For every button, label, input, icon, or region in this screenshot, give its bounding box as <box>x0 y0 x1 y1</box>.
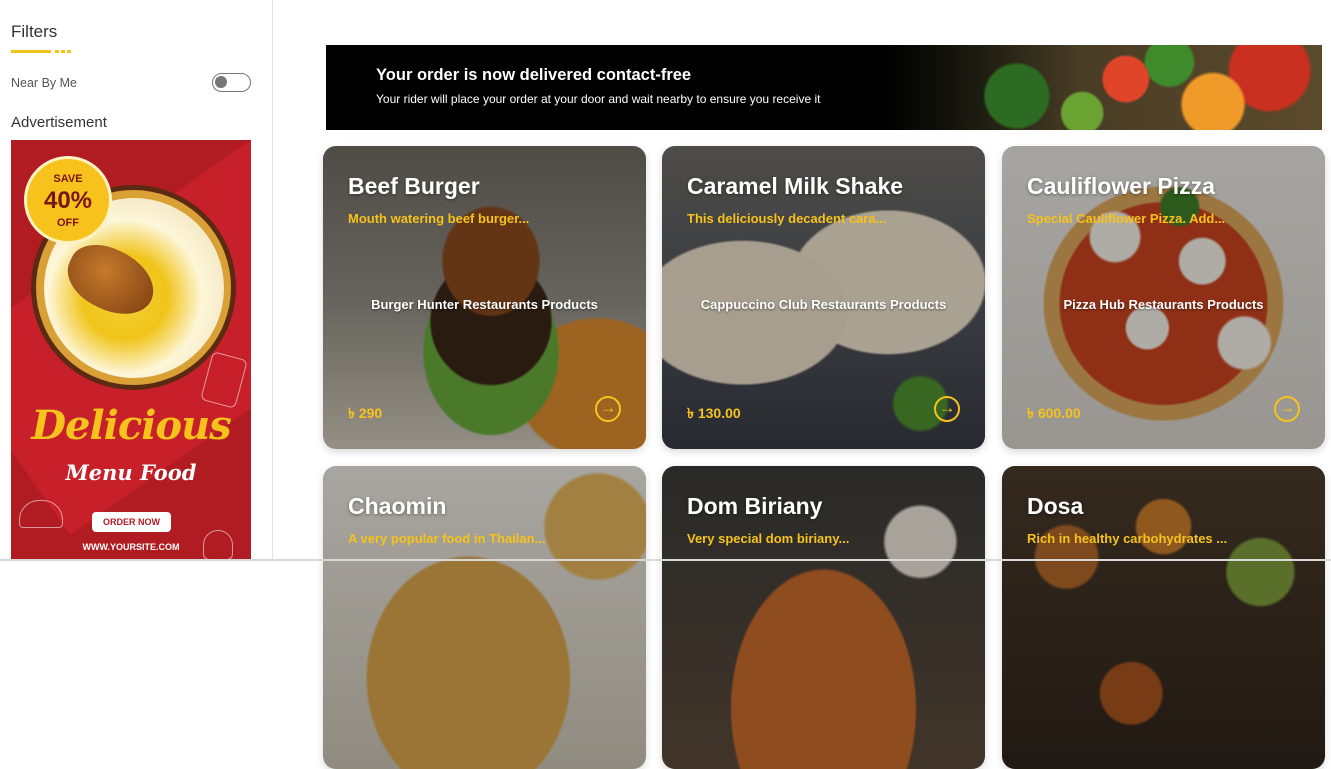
product-name: Dom Biriany <box>687 493 823 519</box>
banner-title: Your order is now delivered contact-free <box>376 66 692 84</box>
product-name: Beef Burger <box>348 173 480 199</box>
contact-free-delivery-banner: Your order is now delivered contact-free… <box>326 45 1322 130</box>
ad-save-bottom: OFF <box>57 217 79 229</box>
ad-subline: Menu Food <box>65 460 197 485</box>
advertisement-banner[interactable]: SAVE 40% OFF Delicious Menu Food ORDER N… <box>11 140 251 561</box>
banner-text: Your rider will place your order at your… <box>376 92 821 106</box>
product-card-cauliflower-pizza[interactable]: Cauliflower Pizza Special Cauliflower Pi… <box>1002 146 1325 449</box>
advertisement-label: Advertisement <box>11 114 107 131</box>
ad-order-now-button[interactable]: ORDER NOW <box>92 512 171 532</box>
ad-headline: Delicious <box>31 402 231 449</box>
ad-save-percent: 40% <box>43 187 93 214</box>
product-description: A very popular food in Thailan... <box>348 531 546 546</box>
product-price: ৳ 290 <box>348 405 383 421</box>
product-card-dosa[interactable]: Dosa Rich in healthy carbohydrates ... <box>1002 466 1325 769</box>
banner-salad-image <box>886 45 1322 130</box>
product-name: Caramel Milk Shake <box>687 173 904 199</box>
arrow-right-circle-icon[interactable]: → <box>1274 396 1300 422</box>
product-store: Pizza Hub Restaurants Products <box>1063 297 1264 312</box>
product-name: Dosa <box>1027 493 1084 519</box>
ad-save-top: SAVE <box>53 173 83 185</box>
product-card-chaomin[interactable]: Chaomin A very popular food in Thailan..… <box>323 466 646 769</box>
product-store: Cappuccino Club Restaurants Products <box>700 297 947 312</box>
filters-underline <box>11 50 71 53</box>
arrow-right-circle-icon[interactable]: → <box>595 396 621 422</box>
ad-site: WWW.YOURSITE.COM <box>82 542 180 552</box>
near-by-me-toggle[interactable] <box>212 73 251 92</box>
product-store: Burger Hunter Restaurants Products <box>371 297 598 312</box>
toggle-knob <box>215 76 227 88</box>
product-name: Chaomin <box>348 493 447 519</box>
filters-title: Filters <box>11 22 58 41</box>
filters-sidebar: Filters Near By Me Advertisement SAVE 40… <box>0 0 273 561</box>
product-description: Mouth watering beef burger... <box>348 211 530 226</box>
product-price: ৳ 600.00 <box>1027 405 1081 421</box>
product-description: Special Cauliflower Pizza. Add... <box>1027 211 1226 226</box>
near-by-me-label: Near By Me <box>11 76 77 90</box>
ad-save-badge: SAVE 40% OFF <box>24 156 112 244</box>
product-description: Very special dom biriany... <box>687 531 850 546</box>
sandwich-doodle-icon <box>19 500 63 528</box>
arrow-right-circle-icon[interactable]: → <box>934 396 960 422</box>
product-card-caramel-milk-shake[interactable]: Caramel Milk Shake This deliciously deca… <box>662 146 985 449</box>
product-price: ৳ 130.00 <box>687 405 741 421</box>
product-name: Cauliflower Pizza <box>1027 173 1215 199</box>
product-card-dom-biriany[interactable]: Dom Biriany Very special dom biriany... <box>662 466 985 769</box>
product-description: Rich in healthy carbohydrates ... <box>1027 531 1228 546</box>
product-description: This deliciously decadent cara... <box>687 211 887 226</box>
product-card-beef-burger[interactable]: Beef Burger Mouth watering beef burger..… <box>323 146 646 449</box>
